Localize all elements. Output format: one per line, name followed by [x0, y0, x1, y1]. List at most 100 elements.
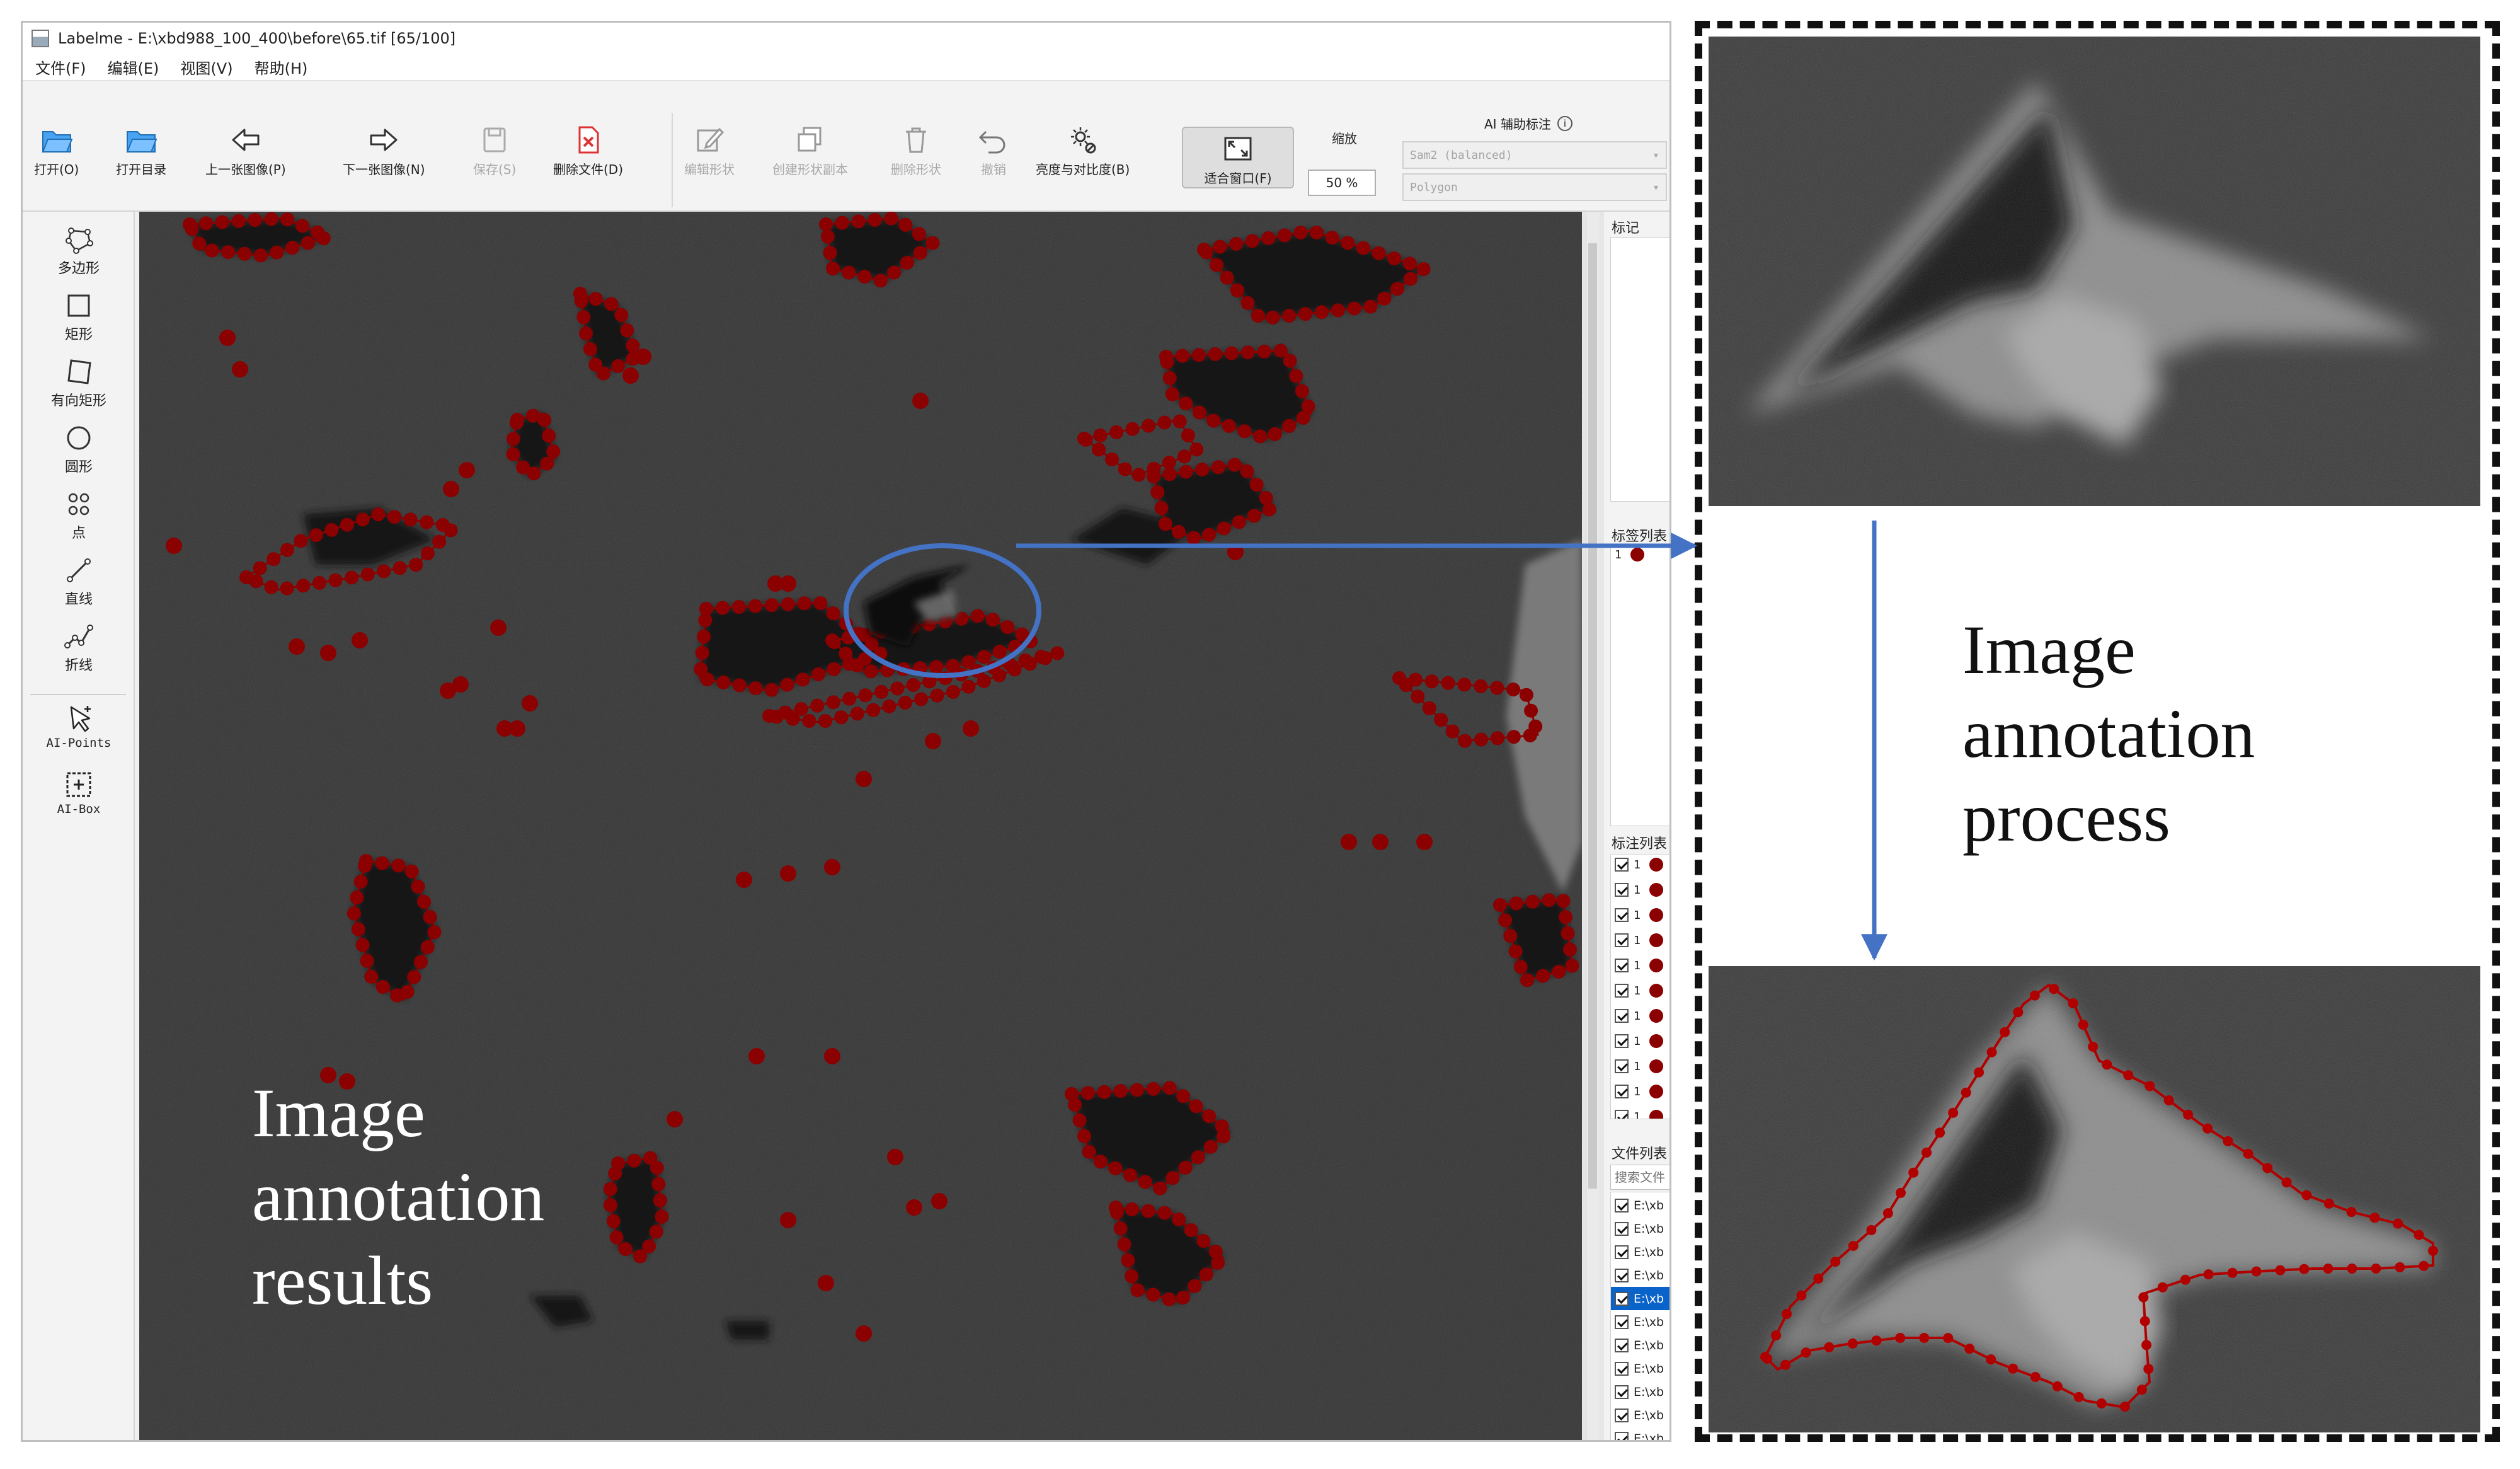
crop-before-image — [1709, 37, 2480, 506]
menu-edit[interactable]: 编辑(E) — [108, 56, 159, 78]
label-color-dot — [1649, 984, 1664, 998]
shape-item[interactable]: 1 — [1615, 858, 1664, 872]
file-item[interactable]: E:\xb — [1611, 1194, 1670, 1217]
flags-title: 标记 — [1612, 221, 1640, 236]
linestrip-tool[interactable]: 折线 — [23, 621, 135, 674]
open-dir-button[interactable]: 打开目录 — [116, 125, 166, 178]
label-color-dot — [1649, 1085, 1664, 1098]
checkbox[interactable] — [1615, 883, 1629, 897]
checkbox[interactable] — [1615, 1268, 1629, 1282]
checkbox[interactable] — [1615, 908, 1629, 922]
line-tool[interactable]: 直线 — [23, 555, 135, 608]
shape-item[interactable]: 1 — [1615, 1034, 1664, 1048]
label-item[interactable]: 1 — [1615, 548, 1645, 562]
checkbox[interactable] — [1615, 1034, 1629, 1048]
shape-item[interactable]: 1 — [1615, 959, 1664, 972]
shape-item[interactable]: 1 — [1615, 1059, 1664, 1073]
file-item[interactable]: E:\xb — [1611, 1240, 1670, 1264]
file-item[interactable]: E:\xb — [1611, 1264, 1670, 1287]
process-caption: Image annotation process — [1962, 611, 2255, 856]
fit-window-button[interactable]: 适合窗口(F) — [1182, 127, 1294, 188]
shape-item[interactable]: 1 — [1615, 1110, 1664, 1119]
checkbox[interactable] — [1615, 1059, 1629, 1073]
file-item[interactable]: E:\xb — [1611, 1380, 1670, 1403]
circle-icon — [67, 426, 91, 450]
menu-help[interactable]: 帮助(H) — [255, 56, 308, 78]
folder-open-icon — [42, 131, 73, 153]
checkbox[interactable] — [1615, 1110, 1629, 1119]
prev-image-button[interactable]: 上一张图像(P) — [205, 125, 286, 178]
shape-item[interactable]: 1 — [1615, 908, 1664, 922]
checkbox[interactable] — [1615, 1198, 1629, 1213]
window-title: Labelme - E:\xbd988_100_400\before\65.ti… — [58, 30, 456, 47]
delete-shape-button[interactable]: 删除形状 — [891, 125, 941, 178]
shape-item[interactable]: 1 — [1615, 883, 1664, 897]
file-item[interactable]: E:\xb — [1611, 1287, 1670, 1310]
checkbox[interactable] — [1615, 1385, 1629, 1399]
open-button[interactable]: 打开(O) — [34, 125, 79, 178]
checkbox[interactable] — [1615, 1315, 1629, 1329]
checkbox[interactable] — [1615, 1361, 1629, 1376]
point-tool[interactable]: 点 — [23, 489, 135, 542]
checkbox[interactable] — [1615, 1009, 1629, 1023]
tool-panel: 多边形 矩形 有向矩形 圆形 点 直线 折线 AI-Points AI-Box — [23, 212, 135, 1440]
toolbar-separator — [672, 113, 673, 207]
ai-box-tool[interactable]: AI-Box — [23, 769, 135, 816]
file-item[interactable]: E:\xb — [1611, 1217, 1670, 1240]
menu-file[interactable]: 文件(F) — [35, 56, 86, 78]
next-image-button[interactable]: 下一张图像(N) — [343, 125, 425, 178]
ai-output-select[interactable]: Polygon — [1402, 173, 1667, 201]
file-item[interactable]: E:\xb — [1611, 1357, 1670, 1380]
shape-item[interactable]: 1 — [1615, 984, 1664, 998]
shape-item[interactable]: 1 — [1615, 1085, 1664, 1098]
toolbar: 打开(O) 打开目录 上一张图像(P) 下一张图像(N) 保存(S) 删除文件(… — [23, 81, 1670, 212]
zoom-spinbox[interactable]: 50 % — [1308, 170, 1376, 196]
rectangle-tool[interactable]: 矩形 — [23, 291, 135, 343]
edit-shape-button[interactable]: 编辑形状 — [684, 125, 735, 178]
fit-window-icon — [1224, 137, 1252, 161]
menu-view[interactable]: 视图(V) — [180, 56, 232, 78]
ai-box-icon — [66, 772, 91, 797]
checkbox[interactable] — [1615, 1245, 1629, 1259]
checkbox[interactable] — [1615, 1085, 1629, 1098]
checkbox[interactable] — [1615, 1221, 1629, 1236]
files-title: 文件列表 — [1612, 1146, 1668, 1162]
file-search-input[interactable] — [1610, 1165, 1670, 1190]
checkbox[interactable] — [1615, 1431, 1629, 1440]
label-color-dot — [1649, 883, 1664, 897]
brightness-contrast-button[interactable]: 亮度与对比度(B) — [1036, 125, 1130, 178]
title-bar: Labelme - E:\xbd988_100_400\before\65.ti… — [23, 23, 1670, 54]
info-icon[interactable]: i — [1557, 115, 1572, 131]
checkbox[interactable] — [1615, 1291, 1629, 1306]
checkbox[interactable] — [1615, 959, 1629, 972]
checkbox[interactable] — [1615, 933, 1629, 947]
checkbox[interactable] — [1615, 1408, 1629, 1422]
delete-file-button[interactable]: 删除文件(D) — [553, 125, 623, 178]
vertical-scrollbar[interactable] — [1586, 212, 1600, 1440]
trash-icon — [906, 127, 926, 153]
checkbox[interactable] — [1615, 858, 1629, 872]
duplicate-shape-button[interactable]: 创建形状副本 — [772, 125, 848, 178]
checkbox[interactable] — [1615, 984, 1629, 998]
file-item[interactable]: E:\xb — [1611, 1427, 1670, 1440]
ai-model-select[interactable]: Sam2 (balanced) — [1402, 141, 1667, 169]
ai-points-tool[interactable]: AI-Points — [23, 703, 135, 750]
undo-button[interactable]: 撤销 — [977, 125, 1010, 178]
save-icon — [483, 127, 506, 153]
checkbox[interactable] — [1615, 1338, 1629, 1352]
save-button[interactable]: 保存(S) — [473, 125, 516, 178]
arrow-right-icon — [370, 129, 398, 151]
duplicate-icon — [798, 127, 822, 152]
polygon-tool[interactable]: 多边形 — [23, 224, 135, 277]
circle-tool[interactable]: 圆形 — [23, 423, 135, 476]
file-item[interactable]: E:\xb — [1611, 1334, 1670, 1357]
results-caption: Image annotation results — [252, 1074, 545, 1319]
file-item[interactable]: E:\xb — [1611, 1310, 1670, 1334]
file-item[interactable]: E:\xb — [1611, 1403, 1670, 1427]
crop-after-image — [1709, 966, 2480, 1432]
shape-item[interactable]: 1 — [1615, 933, 1664, 947]
label-color-dot — [1649, 1009, 1664, 1023]
shape-item[interactable]: 1 — [1615, 1009, 1664, 1023]
scrollbar-thumb[interactable] — [1588, 243, 1597, 1189]
rotated-rectangle-tool[interactable]: 有向矩形 — [23, 357, 135, 410]
